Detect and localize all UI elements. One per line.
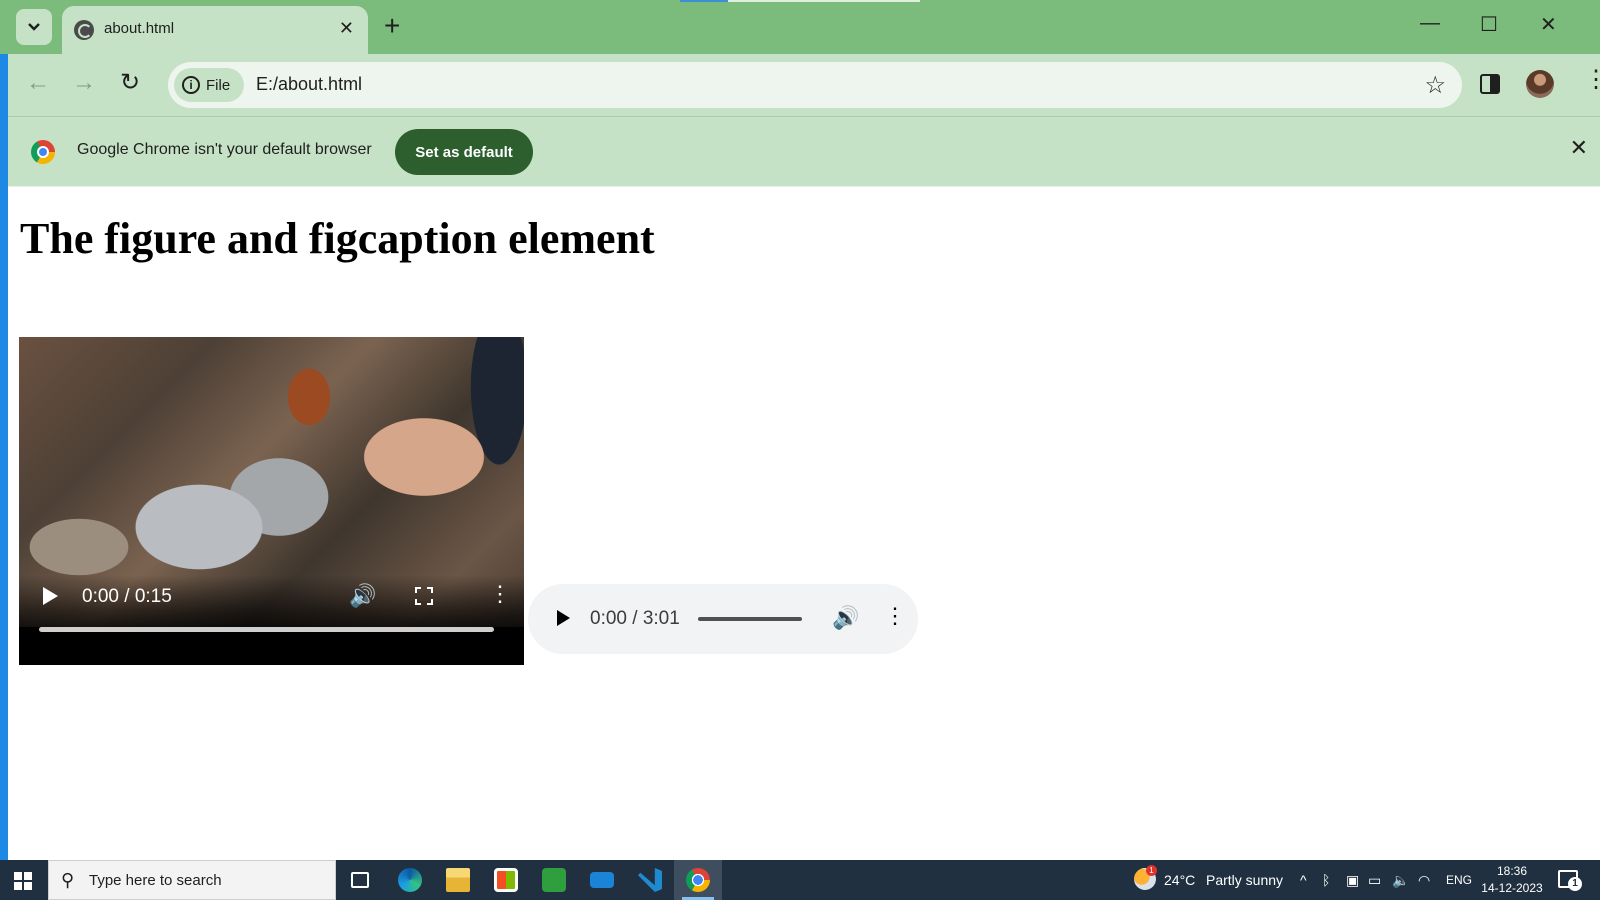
bluetooth-icon[interactable]: ᛒ: [1322, 860, 1330, 900]
task-view-icon[interactable]: [336, 860, 384, 900]
audio-play-icon[interactable]: [557, 610, 570, 626]
video-player[interactable]: 0:00 / 0:15 🔊 ⋮: [19, 337, 524, 665]
chevron-down-icon: [28, 23, 40, 31]
back-button[interactable]: ←: [26, 71, 50, 95]
browser-tab[interactable]: about.html ✕: [62, 6, 368, 54]
page-content: The figure and figcaption element 0:00 /…: [8, 187, 1600, 860]
video-volume-icon[interactable]: 🔊: [349, 583, 376, 609]
audio-progress-track[interactable]: [698, 617, 802, 621]
taskbar-search-placeholder: Type here to search: [89, 872, 222, 889]
site-info-label: File: [206, 76, 231, 94]
battery-icon[interactable]: ▭: [1368, 860, 1381, 900]
weather-temperature[interactable]: 24°C: [1164, 860, 1195, 900]
video-time: 0:00 / 0:15: [82, 586, 172, 607]
wifi-icon[interactable]: ◠: [1418, 860, 1430, 900]
clock-date: 14-12-2023: [1481, 881, 1543, 895]
address-bar[interactable]: i File E:/about.html ☆: [168, 62, 1462, 108]
chrome-taskbar-icon[interactable]: [674, 860, 722, 900]
clock-time: 18:36: [1496, 864, 1528, 878]
forward-button[interactable]: →: [72, 71, 96, 95]
audio-player[interactable]: 0:00 / 3:01 🔊 ⋮: [528, 584, 918, 654]
video-more-icon[interactable]: ⋮: [489, 583, 511, 605]
weather-badge: 1: [1146, 865, 1157, 876]
video-progress-track[interactable]: [39, 627, 494, 632]
tab-search-button[interactable]: [16, 9, 52, 45]
video-play-icon[interactable]: [43, 587, 58, 605]
tab-title: about.html: [104, 20, 175, 37]
info-icon: i: [182, 76, 200, 94]
set-as-default-button[interactable]: Set as default: [395, 129, 533, 175]
volume-icon[interactable]: 🔈: [1392, 860, 1409, 900]
windows-taskbar: ⚲ Type here to search 1 24°C Partly sunn…: [0, 860, 1600, 900]
edge-icon[interactable]: [386, 860, 434, 900]
profile-avatar[interactable]: [1526, 70, 1554, 98]
browser-toolbar: ← → ↻ i File E:/about.html ☆ ⋮: [8, 54, 1600, 116]
microsoft-store-icon[interactable]: [482, 860, 530, 900]
notifications-count: 1: [1568, 877, 1582, 891]
search-icon: ⚲: [61, 870, 75, 890]
input-language[interactable]: ENG: [1446, 860, 1472, 900]
infobar-close-icon[interactable]: ✕: [1570, 137, 1588, 159]
vscode-icon[interactable]: [626, 860, 674, 900]
taskbar-search-box[interactable]: ⚲ Type here to search: [48, 860, 336, 900]
default-browser-infobar: Google Chrome isn't your default browser…: [8, 116, 1600, 186]
close-window-button[interactable]: ✕: [1540, 12, 1557, 37]
title-bar-highlight-accent: [680, 0, 728, 2]
maximize-button[interactable]: ☐: [1480, 12, 1498, 37]
tab-close-icon[interactable]: ✕: [339, 18, 354, 39]
video-fullscreen-icon[interactable]: [415, 587, 433, 605]
browser-menu-icon[interactable]: ⋮: [1584, 68, 1600, 92]
file-explorer-icon[interactable]: [434, 860, 482, 900]
audio-volume-icon[interactable]: 🔊: [832, 605, 859, 631]
reload-button[interactable]: ↻: [120, 71, 140, 95]
tray-overflow-chevron-icon[interactable]: ^: [1300, 860, 1307, 900]
audio-time: 0:00 / 3:01: [590, 608, 680, 629]
new-tab-button[interactable]: +: [384, 12, 400, 40]
start-button[interactable]: [14, 872, 32, 890]
audio-more-icon[interactable]: ⋮: [884, 605, 906, 627]
title-bar: about.html ✕ + — ☐ ✕: [0, 0, 1600, 54]
mail-icon[interactable]: [578, 860, 626, 900]
meet-now-icon[interactable]: ▣: [1346, 860, 1359, 900]
window-left-edge: [0, 54, 8, 860]
chrome-logo-icon: [31, 140, 55, 164]
globe-icon: [74, 20, 94, 40]
infobar-message: Google Chrome isn't your default browser: [77, 141, 372, 158]
side-panel-icon[interactable]: [1480, 74, 1500, 94]
system-clock[interactable]: 18:36 14-12-2023: [1480, 863, 1544, 897]
url-text[interactable]: E:/about.html: [256, 74, 362, 95]
page-heading: The figure and figcaption element: [20, 214, 655, 263]
site-info-chip[interactable]: i File: [174, 68, 244, 102]
messages-icon[interactable]: [530, 860, 578, 900]
weather-condition[interactable]: Partly sunny: [1206, 860, 1283, 900]
minimize-button[interactable]: —: [1420, 12, 1440, 35]
bookmark-star-icon[interactable]: ☆: [1424, 71, 1446, 100]
